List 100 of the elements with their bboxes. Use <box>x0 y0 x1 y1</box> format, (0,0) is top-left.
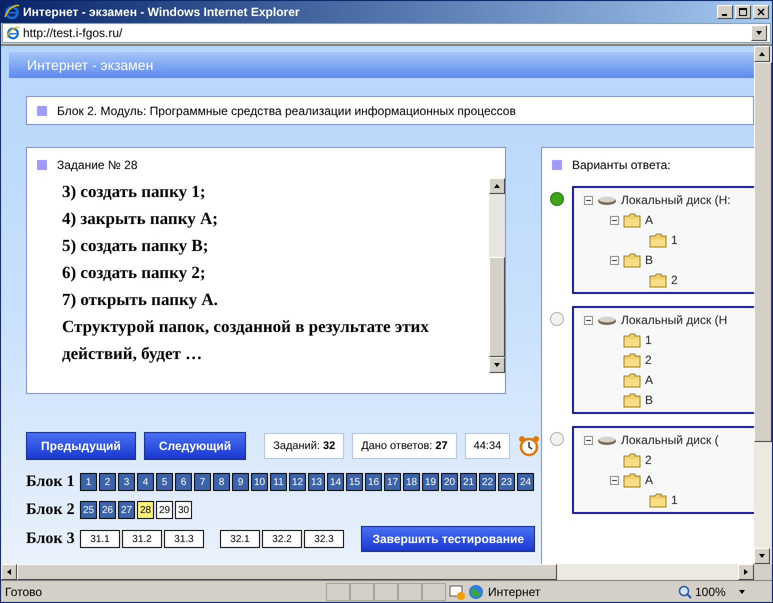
triangle-arrow-icon <box>5 568 13 576</box>
collapse-icon[interactable] <box>584 316 593 324</box>
tree-node-label: Локальный диск (H <box>621 312 728 329</box>
collapse-icon[interactable] <box>584 436 593 444</box>
close-icon <box>757 8 765 16</box>
close-button[interactable] <box>753 5 769 19</box>
scrollbar-thumb[interactable] <box>489 257 505 357</box>
question-number-button[interactable]: 8 <box>213 473 230 491</box>
question-number-button[interactable]: 9 <box>232 473 249 491</box>
question-number-button[interactable]: 27 <box>118 501 135 519</box>
scroll-up-button[interactable] <box>754 46 770 62</box>
scrollbar-thumb[interactable] <box>17 564 557 580</box>
bullet-icon <box>37 160 47 170</box>
question-number-button[interactable]: 21 <box>460 473 477 491</box>
alarm-clock-icon <box>518 435 540 457</box>
radio-button[interactable] <box>550 432 564 446</box>
question-number-button[interactable]: 3 <box>118 473 135 491</box>
scroll-right-button[interactable] <box>738 564 754 580</box>
folder-icon <box>623 452 641 468</box>
question-number-button[interactable]: 5 <box>156 473 173 491</box>
next-button[interactable]: Следующий <box>144 432 246 460</box>
browser-logo-icon <box>4 4 20 20</box>
vertical-scrollbar[interactable] <box>754 46 772 564</box>
maximize-icon <box>739 8 747 16</box>
radio-button[interactable] <box>550 312 564 326</box>
block-label: Блок 1 <box>26 472 76 492</box>
task-text-line: 7) открыть папку А. <box>62 289 219 311</box>
collapse-icon[interactable] <box>610 256 619 264</box>
scroll-down-button[interactable] <box>754 548 770 564</box>
status-bar-panel <box>326 582 350 600</box>
block-label: Блок 2 <box>26 500 76 520</box>
minimize-button[interactable] <box>717 5 733 19</box>
status-bar-panel <box>374 582 398 600</box>
question-number-button[interactable]: 32.3 <box>304 530 344 548</box>
question-number-button[interactable]: 10 <box>251 473 268 491</box>
tree-node-label: 2 <box>645 352 652 369</box>
dropdown-caret-icon[interactable] <box>738 588 746 596</box>
question-number-button[interactable]: 14 <box>327 473 344 491</box>
maximize-button[interactable] <box>735 5 751 19</box>
question-number-button[interactable]: 25 <box>80 501 97 519</box>
question-number-button[interactable]: 31.2 <box>122 530 162 548</box>
question-number-button[interactable]: 20 <box>441 473 458 491</box>
tree-node-label: 2 <box>671 272 678 289</box>
disk-icon <box>597 194 617 206</box>
tree-node-label: A <box>645 472 654 489</box>
triangle-arrow-icon <box>493 361 501 369</box>
answered-count: Дано ответов: 27 <box>352 433 457 459</box>
question-number-button[interactable]: 32.1 <box>220 530 260 548</box>
scroll-up-button[interactable] <box>489 178 505 194</box>
question-number-button[interactable]: 19 <box>422 473 439 491</box>
question-number-button[interactable]: 7 <box>194 473 211 491</box>
task-scrollbar[interactable] <box>489 178 505 373</box>
task-text-line: 5) создать папку В; <box>62 235 210 257</box>
question-number-button[interactable]: 17 <box>384 473 401 491</box>
collapse-icon[interactable] <box>610 216 619 224</box>
zone-text: Интернет <box>488 584 542 600</box>
question-number-button[interactable]: 32.2 <box>262 530 302 548</box>
question-number-button[interactable]: 22 <box>479 473 496 491</box>
folder-icon <box>649 492 667 508</box>
question-number-button[interactable]: 11 <box>270 473 287 491</box>
previous-button[interactable]: Предыдущий <box>26 432 136 460</box>
question-number-button[interactable]: 18 <box>403 473 420 491</box>
address-text: http://test.i-fgos.ru/ <box>23 25 122 42</box>
block-title: Блок 2. Модуль: Программные средства реализации информационных процессов <box>57 102 516 120</box>
triangle-arrow-icon <box>758 50 766 58</box>
folder-icon <box>623 332 641 348</box>
task-text-line: 4) закрыть папку А; <box>62 208 219 230</box>
question-number-button[interactable]: 4 <box>137 473 154 491</box>
question-number-button[interactable]: 1 <box>80 473 97 491</box>
timer: 44:34 <box>464 433 510 459</box>
question-number-button[interactable]: 12 <box>289 473 306 491</box>
zoom-level[interactable]: 100% <box>695 582 726 600</box>
triangle-arrow-icon <box>755 29 763 37</box>
scrollbar-thumb[interactable] <box>754 62 772 442</box>
scroll-left-button[interactable] <box>1 564 17 580</box>
finish-test-button[interactable]: Завершить тестирование <box>361 526 535 552</box>
question-number-button[interactable]: 31.1 <box>80 530 120 548</box>
tree-node-label: 1 <box>645 332 652 349</box>
question-number-button[interactable]: 29 <box>156 501 173 519</box>
question-number-button[interactable]: 23 <box>498 473 515 491</box>
horizontal-scrollbar[interactable] <box>1 564 754 580</box>
question-number-button[interactable]: 16 <box>365 473 382 491</box>
question-number-button[interactable]: 24 <box>517 473 534 491</box>
question-number-button[interactable]: 13 <box>308 473 325 491</box>
radio-button[interactable] <box>550 192 564 206</box>
folder-icon <box>623 252 641 268</box>
question-number-button[interactable]: 2 <box>99 473 116 491</box>
question-number-button[interactable]: 28 <box>137 501 154 519</box>
address-dropdown-button[interactable] <box>751 25 767 41</box>
collapse-icon[interactable] <box>584 196 593 204</box>
question-number-button[interactable]: 31.3 <box>164 530 204 548</box>
question-number-button[interactable]: 30 <box>175 501 192 519</box>
question-number-button[interactable]: 15 <box>346 473 363 491</box>
collapse-icon[interactable] <box>610 476 619 484</box>
question-number-button[interactable]: 26 <box>99 501 116 519</box>
tree-node-label: A <box>645 212 654 229</box>
address-bar[interactable]: http://test.i-fgos.ru/ <box>2 23 771 43</box>
scroll-down-button[interactable] <box>489 357 505 373</box>
question-number-button[interactable]: 6 <box>175 473 192 491</box>
tree-node-label: Локальный диск (H: <box>621 192 731 209</box>
